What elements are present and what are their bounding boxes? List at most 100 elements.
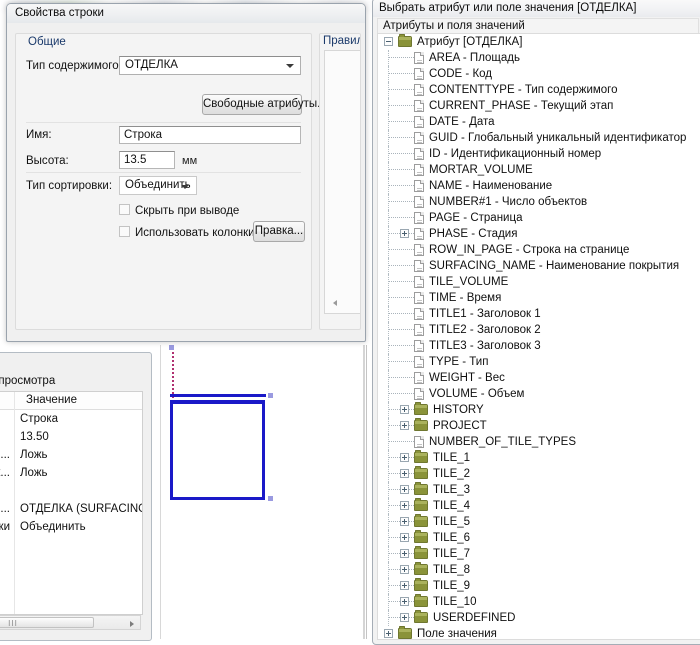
cad-handle-bottom-right[interactable] <box>268 496 273 501</box>
tree-node[interactable]: PHASE - Стадия <box>378 226 700 242</box>
tree-node[interactable]: TYPE - Тип <box>378 354 700 370</box>
tree-node[interactable]: SURFACING_NAME - Наименование покрытия <box>378 258 700 274</box>
tree-node[interactable]: DATE - Дата <box>378 114 700 130</box>
hide-on-output-checkbox-row[interactable]: Скрыть при выводе <box>119 204 239 217</box>
attribute-selector-window[interactable]: Выбрать атрибут или поле значения [ОТДЕЛ… <box>372 0 700 645</box>
expand-icon[interactable] <box>400 501 409 510</box>
free-attributes-button[interactable]: Свободные атрибуты... <box>202 94 327 115</box>
expand-icon[interactable] <box>400 453 409 462</box>
tree-node[interactable]: TITLE1 - Заголовок 1 <box>378 306 700 322</box>
expand-icon[interactable] <box>400 229 409 238</box>
tree-node[interactable]: TILE_4 <box>378 498 700 514</box>
content-type-combobox[interactable]: ОТДЕЛКА <box>119 56 301 75</box>
rule-groupbox-title: Правило <box>323 35 360 47</box>
preview-horizontal-scrollbar[interactable]: III <box>0 615 141 630</box>
preview-scrollbar-thumb[interactable]: III <box>0 617 94 628</box>
grid-row[interactable]: рки Объединить <box>0 518 142 536</box>
tree-node[interactable]: TILE_10 <box>378 594 700 610</box>
expand-icon[interactable] <box>400 469 409 478</box>
tree-guide-dash <box>389 73 414 75</box>
expand-icon[interactable] <box>400 421 409 430</box>
tree-node[interactable]: TIME - Время <box>378 290 700 306</box>
grid-cell-value: 13.50 <box>20 431 49 443</box>
grid-row[interactable]: ь к... Ложь <box>0 464 142 482</box>
tree-node[interactable]: TILE_8 <box>378 562 700 578</box>
expand-icon[interactable] <box>400 517 409 526</box>
tree-node[interactable]: NUMBER#1 - Число объектов <box>378 194 700 210</box>
cad-selected-element[interactable] <box>170 400 265 500</box>
use-columns-checkbox[interactable] <box>119 226 130 237</box>
tree-node-name: CONTENTTYPE <box>429 84 515 96</box>
grid-cell-value: Ложь <box>20 449 48 461</box>
use-columns-checkbox-row[interactable]: Использовать колонки <box>119 226 255 239</box>
cad-handle-top-right[interactable] <box>268 393 273 398</box>
tree-node[interactable]: USERDEFINED <box>378 610 700 626</box>
tree-node[interactable]: PROJECT <box>378 418 700 434</box>
tree-node[interactable]: TILE_3 <box>378 482 700 498</box>
expand-icon[interactable] <box>400 613 409 622</box>
expand-icon[interactable] <box>400 581 409 590</box>
rule-expand-arrow-icon[interactable] <box>333 300 337 306</box>
tree-node[interactable]: Поле значения <box>378 626 700 639</box>
tree-node[interactable]: WEIGHT - Вес <box>378 370 700 386</box>
tree-node[interactable]: CURRENT_PHASE - Текущий этап <box>378 98 700 114</box>
grid-row[interactable] <box>0 482 142 500</box>
tree-node[interactable]: Атрибут [ОТДЕЛКА] <box>378 34 700 50</box>
expand-icon[interactable] <box>400 405 409 414</box>
expand-icon[interactable] <box>400 549 409 558</box>
tree-node-description: Наименование покрытия <box>545 260 680 272</box>
document-icon <box>414 388 424 400</box>
cad-handle-guide-top[interactable] <box>169 345 174 350</box>
collapse-icon[interactable] <box>384 37 393 46</box>
tree-node[interactable]: MORTAR_VOLUME <box>378 162 700 178</box>
cad-element-top-edge[interactable] <box>170 394 266 397</box>
rule-list-panel[interactable] <box>324 50 360 314</box>
tree-node[interactable]: AREA - Площадь <box>378 50 700 66</box>
tree-node[interactable]: GUID - Глобальный уникальный идентификат… <box>378 130 700 146</box>
grid-row[interactable]: Строка <box>0 410 142 428</box>
tree-node[interactable]: TITLE3 - Заголовок 3 <box>378 338 700 354</box>
tree-node[interactable]: TILE_5 <box>378 514 700 530</box>
height-input[interactable]: 13.5 <box>119 151 175 169</box>
tree-node[interactable]: TILE_VOLUME <box>378 274 700 290</box>
tree-node[interactable]: CODE - Код <box>378 66 700 82</box>
tree-node[interactable]: TILE_6 <box>378 530 700 546</box>
sort-type-combobox[interactable]: Объединить <box>119 176 197 195</box>
tree-guide-dash <box>389 313 414 315</box>
expand-icon[interactable] <box>400 533 409 542</box>
tree-node[interactable]: CONTENTTYPE - Тип содержимого <box>378 82 700 98</box>
tree-node[interactable]: TILE_1 <box>378 450 700 466</box>
scroll-right-arrow-icon[interactable] <box>130 621 134 627</box>
folder-icon <box>414 450 428 463</box>
tree-node[interactable]: ID - Идентификационный номер <box>378 146 700 162</box>
expand-icon[interactable] <box>400 597 409 606</box>
tree-node-name: AREA <box>429 52 460 64</box>
grid-row[interactable]: мо... ОТДЕЛКА (SURFACING) <box>0 500 142 518</box>
edit-button[interactable]: Правка... <box>253 221 305 242</box>
tree-node[interactable]: PAGE - Страница <box>378 210 700 226</box>
tree-node[interactable]: TILE_2 <box>378 466 700 482</box>
tree-node[interactable]: NAME - Наименование <box>378 178 700 194</box>
grid-cell-name: рки <box>0 521 10 533</box>
tree-node[interactable]: TILE_7 <box>378 546 700 562</box>
tree-node[interactable]: TILE_9 <box>378 578 700 594</box>
tree-node[interactable]: ROW_IN_PAGE - Строка на странице <box>378 242 700 258</box>
properties-grid[interactable]: Значение Строка 13.50 ы... Ложь ь к... Ложь мо… <box>0 391 143 615</box>
grid-row[interactable]: ы... Ложь <box>0 446 142 464</box>
tree-node-separator: - <box>466 308 477 320</box>
tree-guide-dash <box>389 441 414 443</box>
grid-row[interactable]: 13.50 <box>0 428 142 446</box>
expand-icon[interactable] <box>400 485 409 494</box>
expand-icon[interactable] <box>384 629 393 638</box>
preview-properties-window[interactable]: арительного просмотра Значение Строка 13.… <box>0 352 152 641</box>
tree-node[interactable]: TITLE2 - Заголовок 2 <box>378 322 700 338</box>
row-properties-dialog[interactable]: Свойства строки Общие Тип содержимого: О… <box>6 3 366 342</box>
expand-icon[interactable] <box>400 565 409 574</box>
grid-cell-name: ь к... <box>0 467 10 479</box>
tree-node[interactable]: HISTORY <box>378 402 700 418</box>
attribute-tree[interactable]: Атрибут [ОТДЕЛКА] AREA - Площадь CODE - Ко… <box>377 33 700 640</box>
tree-node[interactable]: VOLUME - Объем <box>378 386 700 402</box>
hide-on-output-checkbox[interactable] <box>119 204 130 215</box>
tree-node[interactable]: NUMBER_OF_TILE_TYPES <box>378 434 700 450</box>
name-input[interactable]: Строка <box>119 126 301 144</box>
